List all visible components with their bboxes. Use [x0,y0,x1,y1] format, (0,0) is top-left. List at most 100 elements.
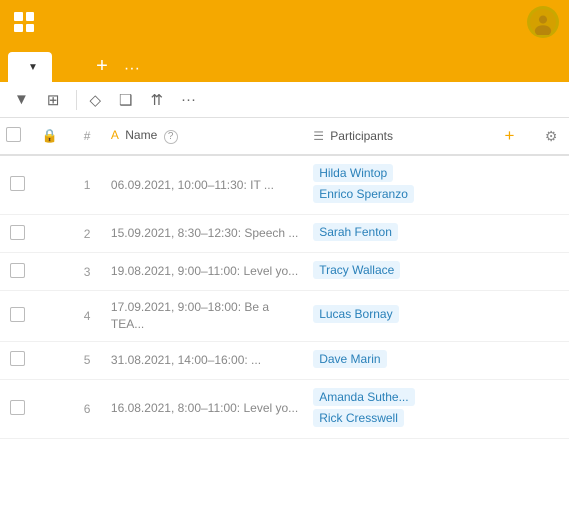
grid-icon[interactable] [10,8,38,36]
col-header-num: # [69,118,105,155]
row-name-cell[interactable]: 31.08.2021, 14:00–16:00: ... [105,341,307,379]
row-num-cell: 5 [69,341,105,379]
participant-chip[interactable]: Hilda Wintop [313,164,393,182]
row-lock-cell [36,215,70,253]
row-lock-cell [36,341,70,379]
row-settings-cell [533,341,569,379]
row-date: 16.08.2021, 8:00–11:00: Level yo... [111,400,301,417]
row-participants-cell: Dave Marin [307,341,485,379]
header-left [10,8,38,36]
row-add-cell [486,341,534,379]
row-lock-cell [36,291,70,342]
row-lock-cell [36,155,70,215]
workshops-table: 🔒 # A Name ? ☰ Participants + ⚙ [0,118,569,439]
row-checkbox[interactable] [10,225,25,240]
table-row: 531.08.2021, 14:00–16:00: ... Dave Marin [0,341,569,379]
row-add-cell [486,291,534,342]
select-all-checkbox[interactable] [6,127,21,142]
toolbar-divider-1 [76,90,77,110]
more-icon: ··· [181,91,196,108]
tab-participants[interactable] [56,52,84,82]
row-participants-cell: Lucas Bornay [307,291,485,342]
participant-chip[interactable]: Lucas Bornay [313,305,398,323]
row-checkbox[interactable] [10,176,25,191]
add-tab-button[interactable]: + [88,52,116,80]
participant-chip[interactable]: Enrico Speranzo [313,185,414,203]
tag-icon: ◇ [89,91,101,109]
row-name-cell[interactable]: 17.09.2021, 9:00–18:00: Be a TEA... [105,291,307,342]
row-lock-cell [36,379,70,438]
col-header-participants[interactable]: ☰ Participants [307,118,485,155]
main-table-container: 🔒 # A Name ? ☰ Participants + ⚙ [0,118,569,520]
row-settings-cell [533,379,569,438]
tab-bar: ▼ + ··· [0,44,569,82]
participant-chip[interactable]: Tracy Wallace [313,261,400,279]
row-name-cell[interactable]: 19.08.2021, 9:00–11:00: Level yo... [105,253,307,291]
row-date: 06.09.2021, 10:00–11:30: IT ... [111,177,301,194]
tab-workshops[interactable]: ▼ [8,52,52,82]
col-header-name[interactable]: A Name ? [105,118,307,155]
table-header-row: 🔒 # A Name ? ☰ Participants + ⚙ [0,118,569,155]
row-add-cell [486,379,534,438]
more-options-button[interactable]: ··· [175,88,202,111]
row-participants-cell: Amanda Suthe... Rick Cresswell [307,379,485,438]
settings-icon[interactable]: ⚙ [545,128,558,144]
row-check-cell[interactable] [0,379,36,438]
row-participants-cell: Tracy Wallace [307,253,485,291]
doc-button[interactable]: ❑ [113,88,138,112]
row-checkbox[interactable] [10,351,25,366]
add-column-icon[interactable]: + [505,126,515,145]
table-row: 2 15.09.2021, 8:30–12:30: Speech ... Sarah… [0,215,569,253]
participant-chip[interactable]: Dave Marin [313,350,386,368]
row-settings-cell [533,291,569,342]
row-checkbox[interactable] [10,307,25,322]
row-check-cell[interactable] [0,341,36,379]
row-add-cell [486,215,534,253]
col-header-add[interactable]: + [486,118,534,155]
col-header-lock: 🔒 [36,118,70,155]
row-lock-cell [36,253,70,291]
share-button[interactable]: ⇈ [144,88,169,112]
table-row: 3 19.08.2021, 9:00–11:00: Level yo... Trac… [0,253,569,291]
row-num-cell: 3 [69,253,105,291]
row-num-cell: 6 [69,379,105,438]
col-header-check[interactable] [0,118,36,155]
row-checkbox[interactable] [10,400,25,415]
row-num-cell: 1 [69,155,105,215]
col-header-settings[interactable]: ⚙ [533,118,569,155]
row-participants-cell: Sarah Fenton [307,215,485,253]
participant-chip[interactable]: Sarah Fenton [313,223,398,241]
row-settings-cell [533,253,569,291]
row-num-cell: 2 [69,215,105,253]
row-check-cell[interactable] [0,215,36,253]
tab-chevron-icon: ▼ [28,62,38,73]
filter-toggle[interactable]: ▼ [8,88,35,111]
row-name-cell[interactable]: 06.09.2021, 10:00–11:30: IT ... [105,155,307,215]
col-participants-label: Participants [330,129,393,143]
name-help-icon[interactable]: ? [164,130,178,144]
toolbar: ▼ ⊞ ◇ ❑ ⇈ ··· [0,82,569,118]
row-add-cell [486,253,534,291]
row-check-cell[interactable] [0,253,36,291]
row-add-cell [486,155,534,215]
row-num-cell: 4 [69,291,105,342]
view-all-button[interactable]: ⊞ [41,88,71,112]
row-settings-cell [533,155,569,215]
row-date: 19.08.2021, 9:00–11:00: Level yo... [111,263,301,280]
row-name-cell[interactable]: 16.08.2021, 8:00–11:00: Level yo... [105,379,307,438]
row-checkbox[interactable] [10,263,25,278]
user-avatar[interactable] [527,6,559,38]
row-date: 15.09.2021, 8:30–12:30: Speech ... [111,225,301,242]
name-col-icon: A [111,128,119,142]
tab-more-button[interactable]: ··· [124,60,140,78]
participants-col-icon: ☰ [313,129,324,143]
row-date: 17.09.2021, 9:00–18:00: Be a TEA... [111,299,301,333]
row-name-cell[interactable]: 15.09.2021, 8:30–12:30: Speech ... [105,215,307,253]
participant-chip[interactable]: Amanda Suthe... [313,388,414,406]
row-participants-cell: Hilda Wintop Enrico Speranzo [307,155,485,215]
row-check-cell[interactable] [0,291,36,342]
table-body: 1 06.09.2021, 10:00–11:30: IT ... Hilda Wi… [0,155,569,438]
row-check-cell[interactable] [0,155,36,215]
tag-button[interactable]: ◇ [83,88,107,112]
participant-chip[interactable]: Rick Cresswell [313,409,404,427]
